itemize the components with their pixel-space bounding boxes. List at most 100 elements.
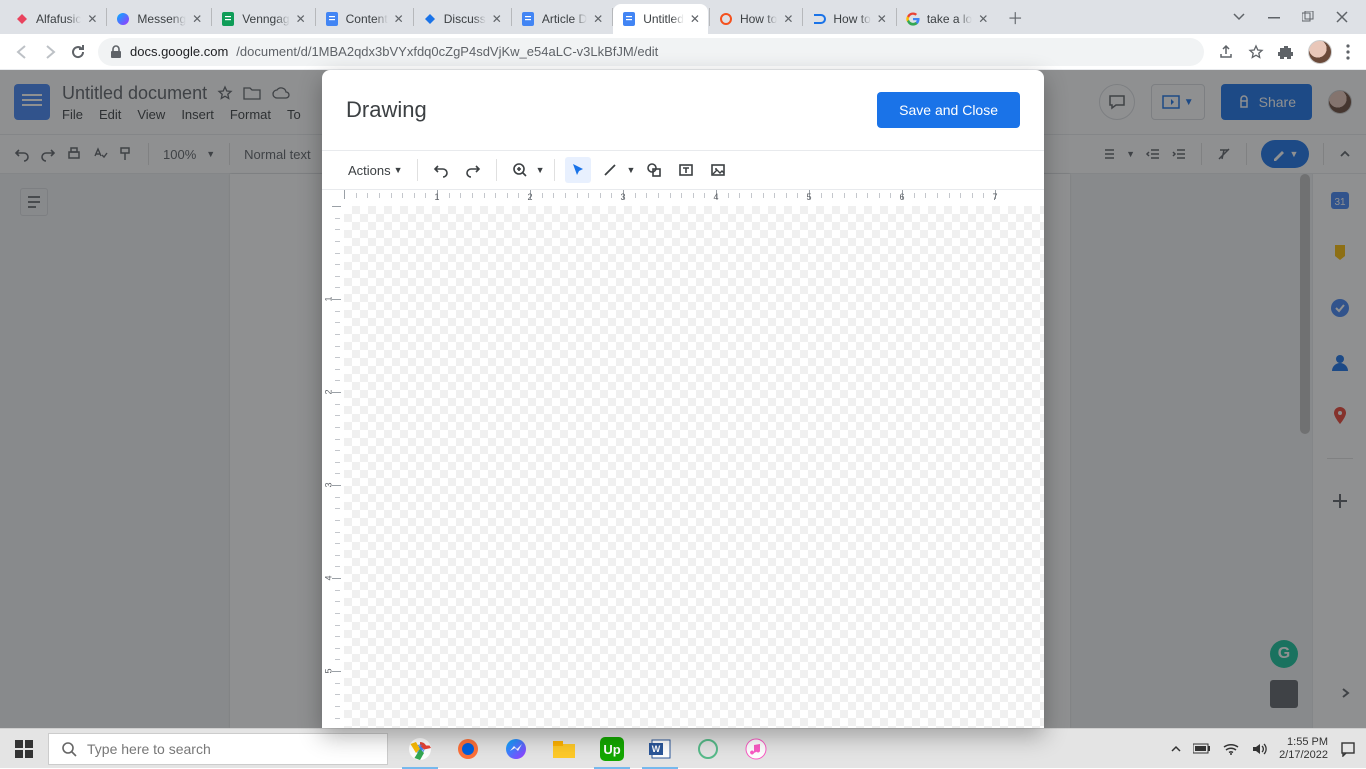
url-host: docs.google.com [130,44,228,59]
new-tab-button[interactable]: ＋ [1001,3,1029,31]
tab-label: How to [740,12,777,26]
drawing-toolbar: Actions▼ ▼ ▼ [322,151,1044,189]
volume-icon[interactable] [1251,742,1267,756]
dialog-header: Drawing Save and Close [322,70,1044,150]
close-icon[interactable]: ✕ [978,12,988,26]
tab-google[interactable]: take a lo ✕ [897,4,996,34]
tab-howto2[interactable]: How to ✕ [803,4,894,34]
generic-favicon [811,11,827,27]
browser-toolbar: docs.google.com/document/d/1MBA2qdx3bVYx… [0,34,1366,70]
notifications-icon[interactable] [1340,741,1356,757]
svg-text:W: W [652,744,661,754]
horizontal-ruler[interactable]: 1234567 [344,190,1044,206]
close-icon[interactable]: ✕ [492,12,502,26]
upwork-taskbar-icon[interactable]: Up [588,729,636,769]
docs-favicon [621,11,637,27]
tab-howto1[interactable]: How to ✕ [710,4,801,34]
textbox-tool[interactable] [673,157,699,183]
firefox-taskbar-icon[interactable] [444,729,492,769]
profile-avatar[interactable] [1308,40,1332,64]
forward-button[interactable] [36,38,64,66]
zoom-button[interactable] [507,157,533,183]
alfafusic-favicon [14,11,30,27]
close-icon[interactable]: ✕ [394,12,404,26]
messenger-favicon [115,11,131,27]
wifi-icon[interactable] [1223,743,1239,755]
share-page-icon[interactable] [1218,44,1234,60]
redo-button[interactable] [460,157,486,183]
tab-label: Article D [542,12,587,26]
close-icon[interactable]: ✕ [192,12,202,26]
drawing-canvas-wrap: 1234567 12345 [322,189,1044,728]
itunes-taskbar-icon[interactable] [732,729,780,769]
tab-content[interactable]: Content ✕ [316,4,412,34]
tab-label: Content [346,12,388,26]
app-taskbar-icon[interactable] [684,729,732,769]
system-tray: 1:55 PM 2/17/2022 [1161,736,1366,762]
tab-venngage[interactable]: Venngag ✕ [212,4,313,34]
lock-icon [110,45,122,59]
close-icon[interactable]: ✕ [87,12,97,26]
save-and-close-button[interactable]: Save and Close [877,92,1020,128]
docs-favicon [520,11,536,27]
word-taskbar-icon[interactable]: W [636,729,684,769]
maximize-icon[interactable] [1302,11,1314,23]
chrome-taskbar-icon[interactable] [396,729,444,769]
tab-label: Messeng [137,12,186,26]
vertical-ruler[interactable]: 12345 [322,206,344,728]
tab-untitled[interactable]: Untitled ✕ [613,4,708,34]
messenger-taskbar-icon[interactable] [492,729,540,769]
docs-favicon [324,11,340,27]
drawing-dialog: Drawing Save and Close Actions▼ ▼ ▼ 1234… [322,70,1044,728]
generic-favicon [718,11,734,27]
tab-label: take a lo [927,12,972,26]
taskbar-clock[interactable]: 1:55 PM 2/17/2022 [1279,736,1328,762]
tab-discuss[interactable]: Discuss ✕ [414,4,510,34]
tab-label: How to [833,12,870,26]
start-button[interactable] [0,729,48,769]
undo-button[interactable] [428,157,454,183]
tab-alfafusic[interactable]: Alfafusic ✕ [6,4,105,34]
address-bar[interactable]: docs.google.com/document/d/1MBA2qdx3bVYx… [98,38,1204,66]
search-icon [61,741,77,757]
tab-label: Venngag [242,12,289,26]
window-controls [1214,0,1366,34]
chrome-menu-icon[interactable] [1346,44,1350,60]
tab-label: Untitled [643,12,684,26]
clock-time: 1:55 PM [1279,736,1328,749]
clock-date: 2/17/2022 [1279,749,1328,762]
close-icon[interactable]: ✕ [296,12,306,26]
close-icon[interactable]: ✕ [690,12,700,26]
google-favicon [905,11,921,27]
tab-article[interactable]: Article D ✕ [512,4,611,34]
taskbar-search[interactable]: Type here to search [48,733,388,765]
browser-tabstrip: Alfafusic ✕ Messeng ✕ Venngag ✕ Content … [0,0,1366,34]
tab-label: Discuss [444,12,486,26]
search-placeholder: Type here to search [87,741,211,757]
close-icon[interactable]: ✕ [593,12,603,26]
close-icon[interactable]: ✕ [783,12,793,26]
url-path: /document/d/1MBA2qdx3bVYxfdq0cZgP4sdVjKw… [236,44,658,59]
explorer-taskbar-icon[interactable] [540,729,588,769]
actions-menu[interactable]: Actions▼ [344,160,407,181]
line-tool[interactable] [597,157,623,183]
discuss-favicon [422,11,438,27]
tray-expand-icon[interactable] [1171,744,1181,754]
tab-messenger[interactable]: Messeng ✕ [107,4,210,34]
close-icon[interactable]: ✕ [877,12,887,26]
reload-button[interactable] [64,38,92,66]
extensions-icon[interactable] [1278,44,1294,60]
select-tool[interactable] [565,157,591,183]
taskbar-apps: Up W [396,729,780,769]
tabs-dropdown-icon[interactable] [1232,10,1246,24]
shape-tool[interactable] [641,157,667,183]
drawing-canvas[interactable] [344,206,1044,728]
dialog-title: Drawing [346,97,427,123]
star-icon[interactable] [1248,44,1264,60]
battery-icon[interactable] [1193,743,1211,754]
windows-taskbar: Type here to search Up W 1:55 PM 2/17/20… [0,728,1366,768]
close-window-icon[interactable] [1336,11,1348,23]
image-tool[interactable] [705,157,731,183]
minimize-icon[interactable] [1268,11,1280,23]
back-button[interactable] [8,38,36,66]
